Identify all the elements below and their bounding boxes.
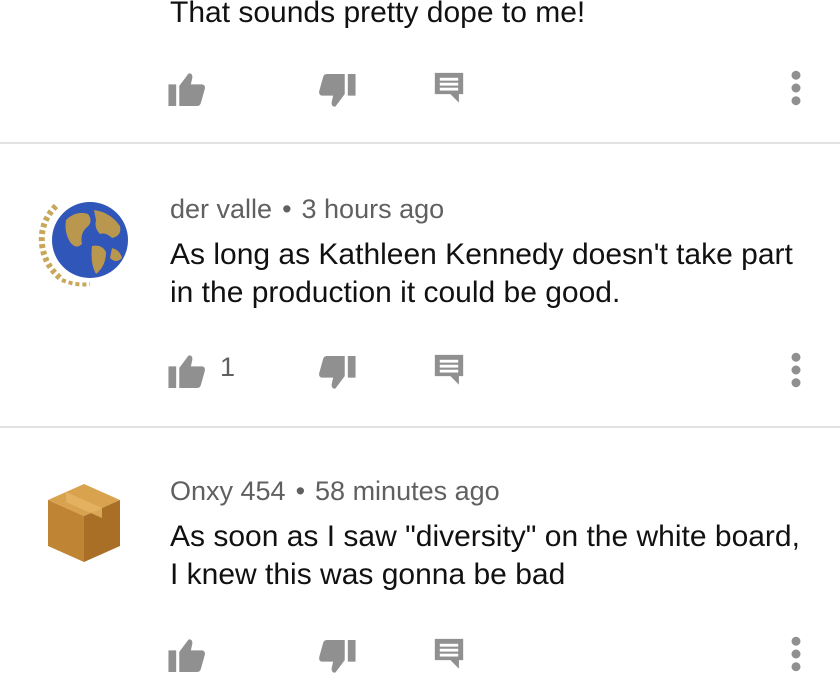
comment-item: That sounds pretty dope to me! <box>0 0 840 142</box>
thumbs-up-icon[interactable] <box>168 638 206 672</box>
reply-comment-icon[interactable] <box>432 352 466 386</box>
comment-actions <box>0 634 840 674</box>
comment-item: der valle • 3 hours ago As long as Kathlee… <box>0 144 840 426</box>
meta-separator: • <box>295 476 306 506</box>
thumbs-down-icon[interactable] <box>318 74 356 108</box>
like-count: 1 <box>220 352 236 382</box>
globe-laurel-icon[interactable] <box>36 192 132 288</box>
avatar[interactable] <box>70 0 110 6</box>
reply-comment-icon[interactable] <box>432 70 466 104</box>
cardboard-box-icon[interactable] <box>36 472 132 568</box>
author-name[interactable]: der valle <box>170 194 272 224</box>
thumbs-up-icon[interactable] <box>168 354 206 388</box>
comment-meta: Onxy 454 • 58 minutes ago <box>170 476 500 507</box>
comment-text: As long as Kathleen Kennedy doesn't take… <box>170 238 793 309</box>
meta-separator: • <box>282 194 292 224</box>
comment-text: As soon as I saw "diversity" on the whit… <box>170 520 800 591</box>
comment-actions <box>0 68 840 108</box>
more-vertical-icon[interactable] <box>788 636 804 672</box>
thumbs-up-icon[interactable] <box>168 72 206 106</box>
author-name[interactable]: Onxy 454 <box>170 476 286 506</box>
comment-text: That sounds pretty dope to me! <box>170 0 586 29</box>
reply-comment-icon[interactable] <box>432 636 466 670</box>
thumbs-down-icon[interactable] <box>318 356 356 390</box>
comment-meta: der valle • 3 hours ago <box>170 194 444 225</box>
thumbs-down-icon[interactable] <box>318 640 356 674</box>
more-vertical-icon[interactable] <box>788 70 804 106</box>
comment-item: Onxy 454 • 58 minutes ago As soon as I saw… <box>0 428 840 700</box>
comment-timestamp[interactable]: 3 hours ago <box>302 194 445 224</box>
comment-timestamp[interactable]: 58 minutes ago <box>315 476 500 506</box>
more-vertical-icon[interactable] <box>788 352 804 388</box>
comment-actions: 1 <box>0 350 840 390</box>
